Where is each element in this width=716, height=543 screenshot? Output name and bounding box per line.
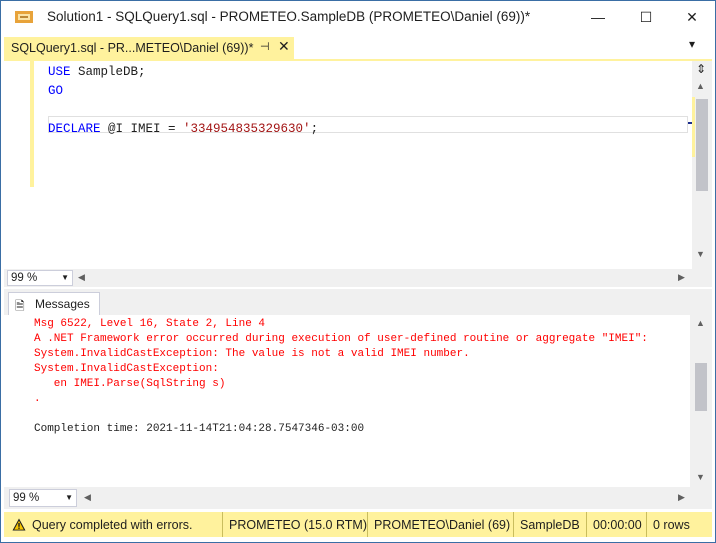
messages-pane[interactable]: Msg 6522, Level 16, State 2, Line 4 A .N… — [4, 315, 712, 487]
window-title: Solution1 - SQLQuery1.sql - PROMETEO.Sam… — [47, 9, 531, 24]
code-line: GO — [48, 84, 64, 98]
tab-label: SQLQuery1.sql - PR...METEO\Daniel (69))* — [11, 41, 254, 55]
error-line: System.InvalidCastException: The value i… — [34, 348, 470, 360]
title-bar[interactable]: Solution1 - SQLQuery1.sql - PROMETEO.Sam… — [1, 1, 715, 33]
scroll-right-icon[interactable]: ▶ — [678, 272, 685, 283]
status-message: Query completed with errors. — [4, 512, 222, 537]
editor-zoom-bar: 99 % ▼ ◀ ▶ — [4, 269, 712, 287]
chevron-down-icon: ▼ — [61, 273, 69, 282]
error-line: en IMEI.Parse(SqlString s) — [34, 378, 226, 390]
status-server: PROMETEO (15.0 RTM) — [222, 512, 367, 537]
messages-icon: 🗎 — [15, 299, 25, 313]
status-message-text: Query completed with errors. — [32, 517, 193, 532]
scrollbar-thumb[interactable] — [696, 99, 708, 191]
query-editor[interactable]: USE SampleDB; GO DECLARE @I IMEI = '3349… — [4, 61, 712, 269]
status-bar: Query completed with errors. PROMETEO (1… — [4, 512, 712, 537]
close-window-button[interactable]: ✕ — [669, 1, 715, 33]
scroll-up-icon[interactable]: ▲ — [696, 318, 705, 328]
split-editor-icon[interactable]: ⇕ — [696, 62, 708, 76]
error-line: . — [34, 393, 41, 405]
scrollbar-thumb[interactable] — [695, 363, 707, 411]
editor-vertical-scrollbar[interactable]: ⇕ ▲ ▼ — [692, 61, 712, 269]
error-line: System.InvalidCastException: — [34, 363, 219, 375]
status-user: PROMETEO\Daniel (69) — [367, 512, 513, 537]
tab-messages-label: Messages — [35, 297, 90, 311]
messages-zoom-select[interactable]: 99 % ▼ — [9, 489, 77, 507]
scroll-down-icon[interactable]: ▼ — [696, 472, 705, 482]
scroll-right-icon[interactable]: ▶ — [678, 492, 685, 503]
status-database: SampleDB — [513, 512, 586, 537]
ssms-window: Solution1 - SQLQuery1.sql - PROMETEO.Sam… — [0, 0, 716, 543]
scroll-down-icon[interactable]: ▼ — [696, 249, 705, 259]
document-tab-strip: SQLQuery1.sql - PR...METEO\Daniel (69))*… — [1, 33, 715, 59]
scroll-up-icon[interactable]: ▲ — [696, 81, 705, 91]
scrollbar-change-marker — [692, 97, 695, 157]
tab-close-icon[interactable]: ✕ — [278, 38, 290, 55]
editor-zoom-select[interactable]: 99 % ▼ — [7, 270, 73, 286]
tab-messages[interactable]: 🗎 Messages — [8, 292, 100, 315]
scroll-left-icon[interactable]: ◀ — [78, 272, 85, 283]
status-elapsed-time: 00:00:00 — [586, 512, 646, 537]
warning-icon — [12, 518, 26, 531]
zoom-value: 99 % — [13, 492, 40, 504]
messages-vertical-scrollbar[interactable]: ▲ ▼ — [690, 315, 712, 487]
code-line: USE SampleDB; — [48, 65, 146, 79]
zoom-value: 99 % — [11, 272, 38, 284]
scroll-left-icon[interactable]: ◀ — [84, 492, 91, 503]
completion-time: Completion time: 2021-11-14T21:04:28.754… — [34, 423, 365, 435]
chevron-down-icon: ▼ — [65, 493, 73, 502]
error-line: A .NET Framework error occurred during e… — [34, 333, 648, 345]
maximize-button[interactable]: ☐ — [623, 1, 669, 33]
tab-sqlquery1[interactable]: SQLQuery1.sql - PR...METEO\Daniel (69))*… — [4, 37, 294, 59]
status-rows: 0 rows — [646, 512, 712, 537]
pin-icon[interactable]: ⊣ — [260, 40, 274, 56]
error-line: Msg 6522, Level 16, State 2, Line 4 — [34, 318, 266, 330]
code-line: DECLARE @I IMEI = '334954835329630'; — [48, 122, 319, 136]
messages-text: Msg 6522, Level 16, State 2, Line 4 A .N… — [34, 317, 648, 437]
minimize-button[interactable]: — — [575, 1, 621, 33]
change-tracking-bar — [30, 61, 34, 187]
ssms-app-icon — [15, 11, 33, 23]
messages-zoom-bar: 99 % ▼ ◀ ▶ — [4, 487, 712, 509]
tab-overflow-icon[interactable]: ▾ — [689, 37, 695, 51]
results-tab-strip: 🗎 Messages — [4, 289, 712, 315]
code-area[interactable]: USE SampleDB; GO DECLARE @I IMEI = '3349… — [48, 63, 318, 139]
